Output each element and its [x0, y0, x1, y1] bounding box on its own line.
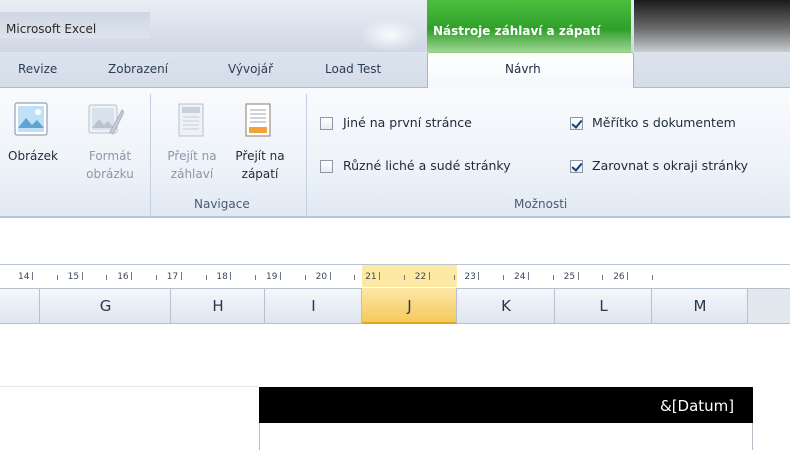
goto-footer-icon[interactable] [243, 102, 273, 142]
page-body [259, 423, 753, 450]
picture-icon[interactable] [14, 102, 48, 140]
ruler-minor-tick [106, 275, 108, 280]
format-picture-label-2: obrázku [86, 167, 134, 181]
ruler-number: 19 [266, 272, 278, 282]
ruler-tick [577, 272, 579, 280]
checkbox-scale-with-document-label: Měřítko s dokumentem [592, 115, 736, 130]
ruler-tick [131, 272, 133, 280]
ruler-number: 26 [613, 272, 625, 282]
goto-footer-label-2[interactable]: zápatí [228, 165, 292, 183]
title-glow [360, 18, 420, 52]
column-header-end [748, 289, 790, 323]
column-header-label: L [599, 297, 608, 315]
ruler-number: 24 [514, 272, 526, 282]
navigation-group-label: Navigace [194, 197, 250, 211]
app-title: Microsoft Excel [6, 22, 97, 36]
ruler-tick [528, 272, 529, 280]
title-bar-dark-region [634, 0, 790, 52]
ruler-minor-tick [602, 275, 604, 280]
ruler-minor-tick [205, 275, 207, 280]
column-header-label: H [212, 297, 224, 315]
ruler-number: 20 [315, 272, 328, 282]
picture-button-label[interactable]: Obrázek [2, 147, 64, 165]
options-group-label: Možnosti [514, 197, 568, 211]
checkbox-scale-with-document[interactable] [570, 117, 583, 130]
ruler-tick [180, 272, 182, 280]
ruler-minor-tick [156, 275, 157, 280]
page-header-right-text[interactable]: &[Datum] [660, 397, 734, 415]
ruler-tick [329, 272, 331, 280]
ruler-tick [81, 272, 83, 280]
column-header-label: K [501, 297, 511, 315]
ruler-minor-tick [56, 275, 58, 280]
ruler-minor-tick [304, 275, 306, 280]
ruler-number: 25 [563, 272, 576, 282]
ruler-minor-tick [354, 275, 356, 280]
ruler-number: 14 [18, 272, 30, 282]
ruler-minor-tick [652, 275, 653, 280]
format-picture-label-1: Formát [88, 149, 132, 163]
checkbox-align-page-margins-label: Zarovnat s okraji stránky [592, 158, 749, 173]
column-header-partial[interactable] [0, 288, 40, 324]
tab-zobrazeni[interactable]: Zobrazení [108, 62, 168, 76]
ruler-tick [280, 272, 281, 280]
ruler-tick [230, 272, 232, 280]
goto-header-label-1: Přejít na [167, 149, 217, 163]
ruler-minor-tick [503, 275, 505, 280]
format-picture-icon [88, 102, 125, 142]
excel-window: Microsoft Excel Nástroje záhlaví a zápat… [0, 0, 790, 450]
ruler-tick [627, 272, 629, 280]
ruler-number: 21 [365, 272, 377, 282]
ruler-tick [428, 272, 430, 280]
tab-load-test[interactable]: Load Test [325, 62, 381, 76]
ribbon-separator [150, 94, 151, 218]
goto-header-icon [176, 102, 206, 142]
column-header-label: I [311, 297, 316, 315]
column-header-label: M [693, 297, 707, 315]
tab-revize[interactable]: Revize [18, 62, 57, 76]
ruler-minor-tick [404, 275, 405, 280]
checkbox-different-first-page-label: Jiné na první stránce [343, 115, 472, 130]
ruler-minor-tick [552, 275, 554, 280]
context-tab-title: Nástroje záhlaví a zápatí [433, 24, 601, 38]
page-margin-line [0, 386, 258, 387]
ruler-number: 22 [414, 272, 427, 282]
ruler-number: 18 [216, 272, 228, 282]
ruler-tick [32, 272, 33, 280]
ruler-minor-tick [453, 275, 455, 280]
ruler-number: 17 [166, 272, 179, 282]
checkbox-different-odd-even[interactable] [320, 160, 333, 173]
goto-footer-label-1[interactable]: Přejít na [228, 147, 292, 165]
ruler-tick [478, 272, 480, 280]
goto-header-label-2: záhlaví [170, 167, 214, 181]
ruler-number: 15 [67, 272, 80, 282]
column-header-label: G [99, 297, 112, 315]
tab-navrh-label: Návrh [505, 62, 541, 76]
checkbox-align-page-margins[interactable] [570, 160, 583, 173]
toolbar-gap [0, 218, 790, 258]
column-header-label: J [407, 297, 412, 315]
checkbox-different-first-page[interactable] [320, 117, 333, 130]
ruler-number: 16 [117, 272, 129, 282]
ribbon-separator [306, 94, 307, 218]
tab-vyvojar[interactable]: Vývojář [228, 62, 273, 76]
ruler-minor-tick [255, 275, 257, 280]
ruler-number: 23 [464, 272, 476, 282]
checkbox-different-odd-even-label: Různé liché a sudé stránky [343, 158, 511, 173]
ruler-tick [379, 272, 381, 280]
